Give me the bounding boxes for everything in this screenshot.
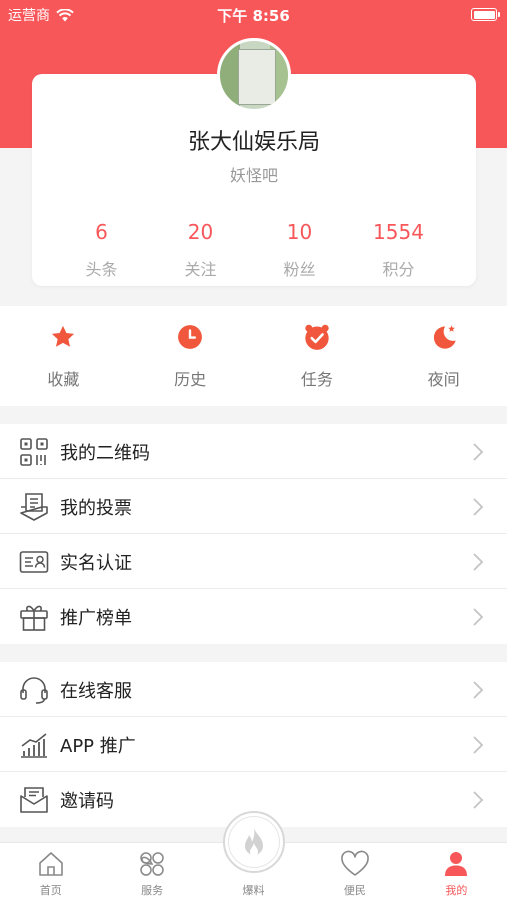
quick-label: 收藏 — [47, 370, 80, 389]
chevron-right-icon — [473, 608, 484, 626]
menu-group-account: 我的二维码 我的投票 实名认证 推广榜单 — [0, 424, 507, 644]
chevron-right-icon — [473, 553, 484, 571]
menu-label: 在线客服 — [60, 681, 132, 702]
tab-label: 服务 — [141, 884, 164, 897]
stat-label: 积分 — [382, 260, 415, 279]
stat-value: 20 — [187, 220, 214, 244]
stat-followers[interactable]: 10 粉丝 — [250, 220, 349, 280]
chevron-right-icon — [473, 443, 484, 461]
profile-subtitle: 妖怪吧 — [229, 166, 278, 185]
quick-actions: 收藏 历史 任务 夜间 — [0, 306, 507, 406]
tab-services[interactable]: 服务 — [101, 843, 202, 900]
qrcode-icon — [20, 438, 48, 466]
tab-mine[interactable]: 我的 — [406, 843, 507, 900]
menu-label: 我的投票 — [60, 498, 132, 519]
tab-label: 爆料 — [242, 884, 265, 897]
gift-icon — [20, 605, 48, 631]
report-fab-button[interactable] — [223, 811, 285, 873]
mail-icon — [20, 787, 48, 813]
stat-value: 10 — [286, 220, 313, 244]
menu-item-promotion-list[interactable]: 推广榜单 — [0, 589, 507, 644]
menu-label: APP 推广 — [60, 736, 136, 757]
heart-icon — [341, 850, 369, 876]
tab-home[interactable]: 首页 — [0, 843, 101, 900]
star-icon — [52, 325, 75, 347]
menu-item-qrcode[interactable]: 我的二维码 — [0, 424, 507, 479]
status-bar: 运营商 下午 8:56 — [0, 0, 507, 30]
tab-label: 便民 — [343, 884, 366, 897]
menu-label: 推广榜单 — [60, 608, 132, 629]
vote-icon — [20, 493, 48, 521]
menu-group-service: 在线客服 APP 推广 邀请码 — [0, 662, 507, 827]
stat-following[interactable]: 20 关注 — [151, 220, 250, 280]
menu-item-customer-service[interactable]: 在线客服 — [0, 662, 507, 717]
menu-item-verification[interactable]: 实名认证 — [0, 534, 507, 589]
stat-label: 关注 — [184, 260, 217, 279]
user-icon — [445, 852, 468, 876]
quick-label: 任务 — [300, 370, 333, 389]
menu-item-app-promotion[interactable]: APP 推广 — [0, 717, 507, 772]
chevron-right-icon — [473, 681, 484, 699]
menu-item-votes[interactable]: 我的投票 — [0, 479, 507, 534]
chevron-right-icon — [473, 498, 484, 516]
tab-convenience[interactable]: 便民 — [304, 843, 405, 900]
alarm-icon — [305, 324, 329, 350]
chevron-right-icon — [473, 791, 484, 809]
status-time: 下午 8:56 — [217, 7, 290, 25]
stat-value: 6 — [95, 220, 108, 244]
stat-points[interactable]: 1554 积分 — [349, 220, 448, 280]
profile-stats: 6 头条 20 关注 10 粉丝 1554 积分 — [52, 220, 448, 280]
profile-name: 张大仙娱乐局 — [187, 130, 320, 155]
avatar[interactable] — [217, 38, 291, 112]
moon-icon — [433, 325, 456, 349]
quick-favorites[interactable]: 收藏 — [0, 306, 127, 406]
menu-label: 实名认证 — [60, 553, 132, 574]
quick-label: 历史 — [174, 370, 207, 389]
clover-icon — [140, 852, 164, 876]
quick-tasks[interactable]: 任务 — [254, 306, 381, 406]
stat-label: 头条 — [85, 260, 118, 279]
headset-icon — [20, 677, 48, 704]
stat-label: 粉丝 — [283, 260, 316, 279]
chevron-right-icon — [473, 736, 484, 754]
stat-value: 1554 — [373, 220, 424, 244]
tab-label: 我的 — [445, 884, 468, 897]
quick-label: 夜间 — [427, 370, 460, 389]
flame-icon — [245, 827, 263, 856]
menu-label: 我的二维码 — [60, 443, 150, 464]
chart-icon — [21, 733, 47, 758]
stat-headlines[interactable]: 6 头条 — [52, 220, 151, 280]
battery-icon — [471, 8, 500, 21]
clock-icon — [178, 325, 203, 349]
id-card-icon — [19, 551, 49, 573]
quick-night-mode[interactable]: 夜间 — [380, 306, 507, 406]
menu-label: 邀请码 — [60, 791, 114, 812]
quick-history[interactable]: 历史 — [127, 306, 254, 406]
home-icon — [38, 852, 63, 876]
tab-label: 首页 — [39, 884, 62, 897]
